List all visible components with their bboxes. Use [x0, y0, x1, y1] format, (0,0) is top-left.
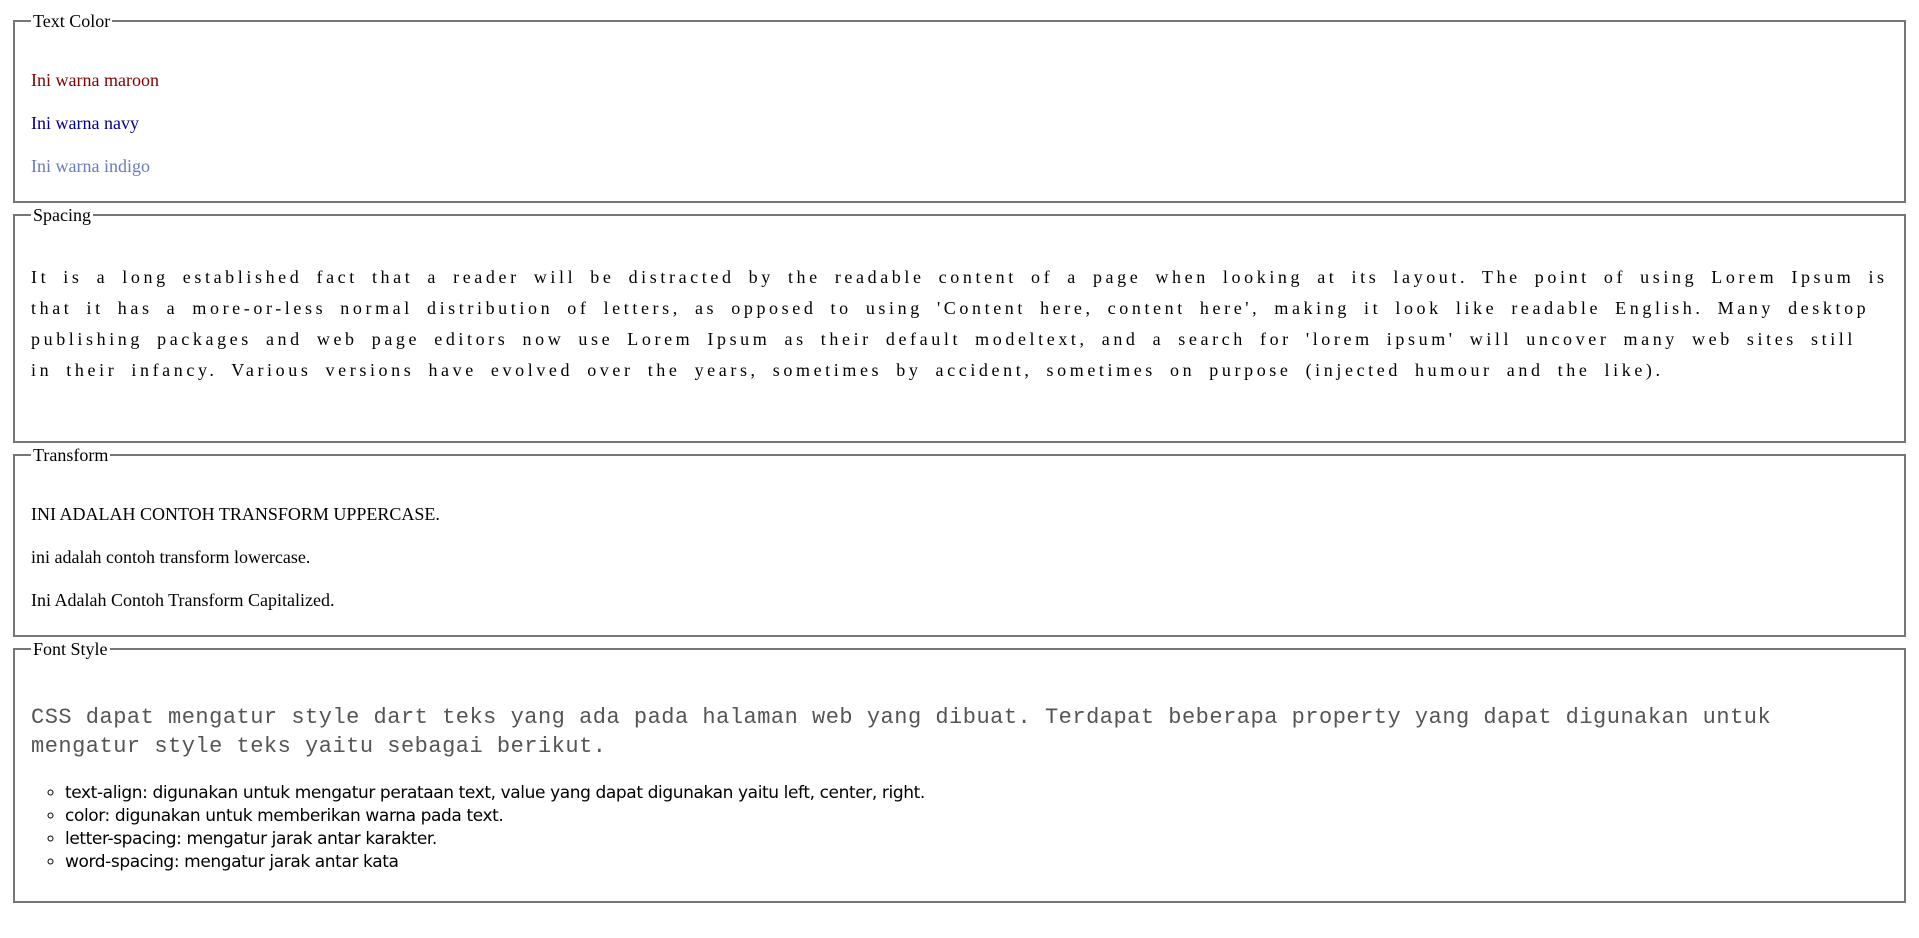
font-style-fieldset: Font Style CSS dapat mengatur style dart…: [13, 640, 1906, 903]
transform-fieldset: Transform INI ADALAH CONTOH TRANSFORM UP…: [13, 446, 1906, 637]
spacing-fieldset: Spacing It is a long established fact th…: [13, 206, 1906, 443]
navy-text: Ini warna navy: [31, 113, 139, 133]
transform-legend: Transform: [33, 445, 109, 465]
font-style-paragraph: CSS dapat mengatur style dart teks yang …: [31, 705, 1772, 759]
property-list: text-align: digunakan untuk mengatur per…: [31, 782, 925, 874]
list-item: letter-spacing: mengatur jarak antar kar…: [65, 828, 925, 851]
spacing-legend: Spacing: [33, 205, 91, 225]
list-item: text-align: digunakan untuk mengatur per…: [65, 782, 925, 805]
spacing-paragraph: It is a long established fact that a rea…: [31, 267, 1888, 380]
maroon-text: Ini warna maroon: [31, 70, 159, 90]
indigo-text: Ini warna indigo: [31, 156, 150, 176]
font-style-legend: Font Style: [33, 639, 108, 659]
text-color-legend: Text Color: [33, 11, 111, 31]
text-color-fieldset: Text Color Ini warna maroon Ini warna na…: [13, 12, 1906, 203]
capitalized-text: Ini Adalah Contoh Transform Capitalized.: [31, 590, 335, 610]
list-item: word-spacing: mengatur jarak antar kata: [65, 851, 925, 874]
list-item: color: digunakan untuk memberikan warna …: [65, 805, 925, 828]
lowercase-text: ini adalah contoh transform lowercase.: [31, 547, 311, 567]
uppercase-text: INI ADALAH CONTOH TRANSFORM UPPERCASE.: [31, 504, 440, 524]
